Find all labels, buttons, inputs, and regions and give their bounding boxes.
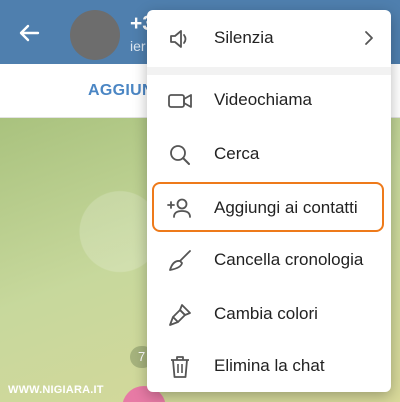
add-contact-icon (167, 196, 193, 222)
menu-item-mute[interactable]: Silenzia (147, 12, 391, 64)
chevron-right-icon (365, 31, 373, 45)
menu-item-label: Silenzia (214, 28, 274, 47)
menu-item-label: Elimina la chat (214, 356, 325, 375)
menu-item-search[interactable]: Cerca (147, 128, 391, 180)
menu-item-label: Aggiungi ai contatti (214, 198, 358, 217)
watermark: WWW.NIGIARA.IT (8, 384, 104, 396)
speaker-icon (167, 26, 193, 52)
trash-icon (167, 354, 193, 380)
menu-item-label: Cerca (214, 144, 260, 163)
menu-item-delete-chat[interactable]: Elimina la chat (147, 340, 391, 392)
video-camera-icon (167, 88, 193, 114)
avatar[interactable] (70, 10, 120, 60)
brush-icon (167, 302, 193, 328)
menu-item-add-contact[interactable]: Aggiungi ai contatti (147, 182, 391, 234)
menu-item-label: Cancella cronologia (214, 250, 364, 269)
chat-subtitle: ier (130, 38, 146, 54)
chat-options-menu: Silenzia Videochiama Cerca Aggiungi ai c… (147, 10, 391, 392)
menu-item-label: Videochiama (214, 90, 312, 109)
menu-item-clear-history[interactable]: Cancella cronologia (147, 234, 391, 286)
broom-icon (167, 248, 193, 274)
back-button[interactable] (14, 18, 44, 48)
search-icon (167, 142, 193, 168)
menu-item-video-call[interactable]: Videochiama (147, 74, 391, 126)
menu-item-change-colors[interactable]: Cambia colori (147, 288, 391, 340)
arrow-left-icon (19, 24, 40, 42)
menu-item-label: Cambia colori (214, 304, 318, 323)
